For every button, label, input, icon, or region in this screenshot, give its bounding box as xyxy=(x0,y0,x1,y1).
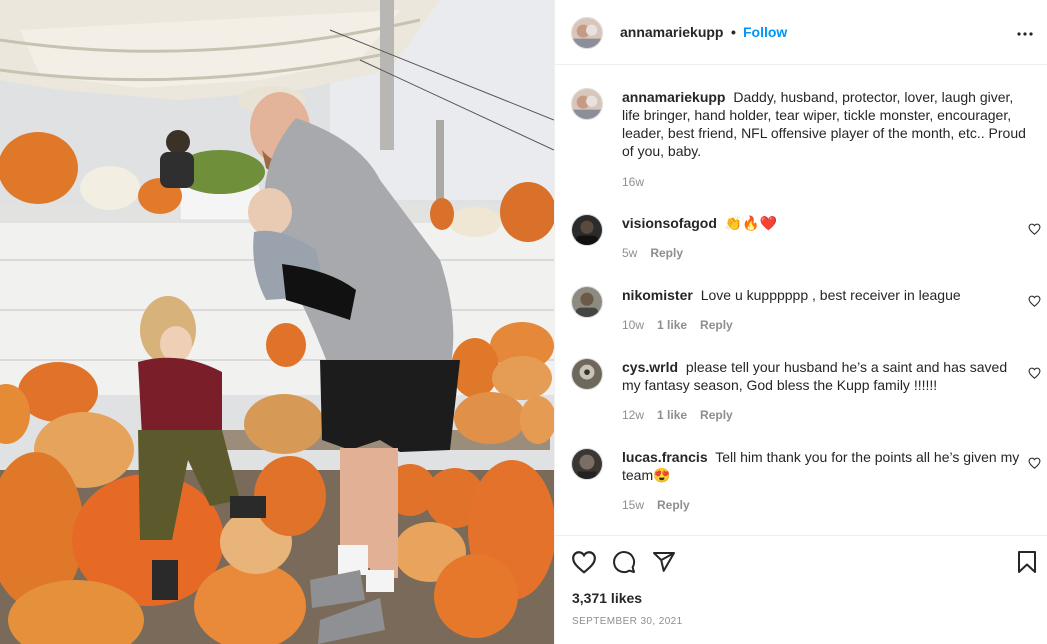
comment-time[interactable]: 15w xyxy=(622,498,644,512)
comment-item: cys.wrld please tell your husband he’s a… xyxy=(571,358,1041,422)
post-photo[interactable] xyxy=(0,0,554,644)
caption: annamariekupp Daddy, husband, protector,… xyxy=(571,88,1041,189)
comment-time[interactable]: 5w xyxy=(622,246,637,260)
comment-meta: 12w 1 like Reply xyxy=(622,408,746,422)
post-header: annamariekupp • Follow xyxy=(555,0,1047,65)
reply-button[interactable]: Reply xyxy=(650,246,683,260)
comment-body: Love u kupppppp , best receiver in leagu… xyxy=(700,287,961,303)
comment-item: nikomister Love u kupppppp , best receiv… xyxy=(571,286,1041,336)
likes-count[interactable]: 3,371 likes xyxy=(572,590,642,606)
comment-item: lucas.francis Tell him thank you for the… xyxy=(571,448,1041,512)
comment-body: please tell your husband he’s a saint an… xyxy=(622,359,1008,393)
reply-button[interactable]: Reply xyxy=(700,318,733,332)
share-icon[interactable] xyxy=(652,550,676,579)
commenter-avatar[interactable] xyxy=(571,286,603,318)
comment-username[interactable]: visionsofagod xyxy=(622,215,717,231)
follow-button[interactable]: Follow xyxy=(743,24,787,40)
author-avatar[interactable] xyxy=(571,88,603,120)
heart-icon[interactable] xyxy=(1028,456,1041,474)
heart-icon[interactable] xyxy=(1028,294,1041,312)
comment-meta: 5w Reply xyxy=(622,246,696,260)
commenter-avatar[interactable] xyxy=(571,214,603,246)
heart-icon[interactable] xyxy=(1028,222,1041,240)
comment-username[interactable]: nikomister xyxy=(622,287,693,303)
comment-username[interactable]: cys.wrld xyxy=(622,359,678,375)
comments-list[interactable]: annamariekupp Daddy, husband, protector,… xyxy=(555,65,1047,535)
author-username[interactable]: annamariekupp xyxy=(620,24,723,40)
comment-icon[interactable] xyxy=(612,550,636,579)
comment-text: nikomister Love u kupppppp , best receiv… xyxy=(622,286,1027,304)
comment-item: visionsofagod 👏🔥❤️ 5w Reply xyxy=(571,214,1041,264)
bookmark-icon[interactable] xyxy=(1017,550,1037,579)
comment-meta: 15w Reply xyxy=(622,498,703,512)
commenter-avatar[interactable] xyxy=(571,358,603,390)
caption-username[interactable]: annamariekupp xyxy=(622,89,725,105)
reply-button[interactable]: Reply xyxy=(657,498,690,512)
photo-illustration xyxy=(0,0,554,644)
comment-text: lucas.francis Tell him thank you for the… xyxy=(622,448,1027,484)
header-separator: • xyxy=(731,24,736,40)
post-actions: 3,371 likes SEPTEMBER 30, 2021 xyxy=(555,535,1047,644)
more-horizontal-icon[interactable] xyxy=(1017,26,1033,47)
commenter-avatar[interactable] xyxy=(571,448,603,480)
reply-button[interactable]: Reply xyxy=(700,408,733,422)
heart-icon[interactable] xyxy=(1028,366,1041,384)
comment-time[interactable]: 10w xyxy=(622,318,644,332)
caption-text: annamariekupp Daddy, husband, protector,… xyxy=(622,88,1027,160)
comment-text: cys.wrld please tell your husband he’s a… xyxy=(622,358,1027,394)
author-avatar[interactable] xyxy=(571,17,603,49)
caption-time[interactable]: 16w xyxy=(622,175,644,189)
comment-text: visionsofagod 👏🔥❤️ xyxy=(622,214,1027,232)
heart-icon[interactable] xyxy=(571,550,597,579)
caption-meta: 16w xyxy=(622,175,657,189)
comment-body: 👏🔥❤️ xyxy=(724,215,778,231)
comment-likes[interactable]: 1 like xyxy=(657,318,687,332)
comment-time[interactable]: 12w xyxy=(622,408,644,422)
comment-likes[interactable]: 1 like xyxy=(657,408,687,422)
post-detail-pane: annamariekupp • Follow annamariekupp Dad… xyxy=(554,0,1047,644)
comment-meta: 10w 1 like Reply xyxy=(622,318,746,332)
comment-username[interactable]: lucas.francis xyxy=(622,449,708,465)
post-date: SEPTEMBER 30, 2021 xyxy=(572,616,683,627)
